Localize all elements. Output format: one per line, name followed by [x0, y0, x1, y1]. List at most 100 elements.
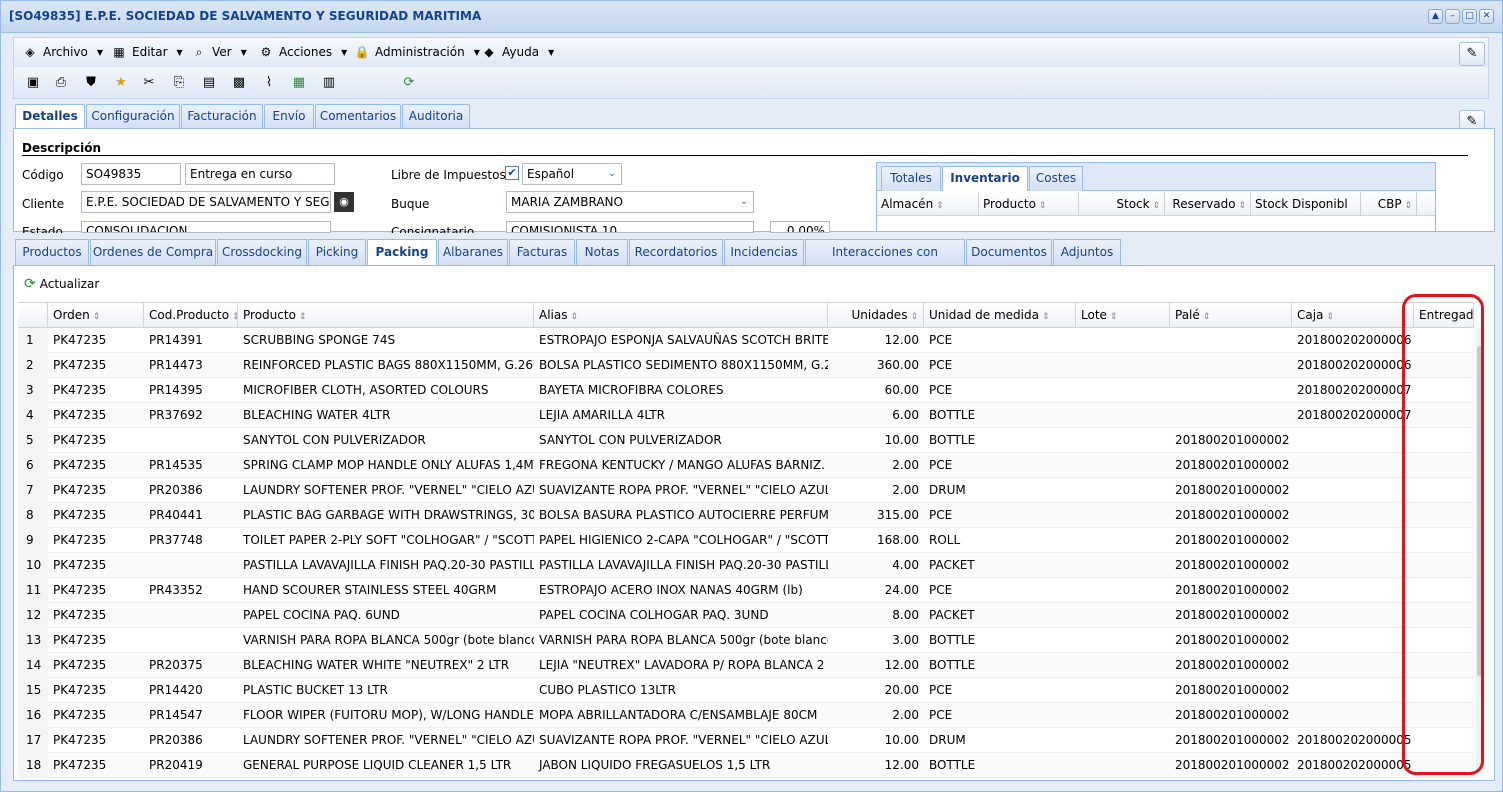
col-unidad-medida[interactable]: Unidad de medida ⇕	[924, 303, 1076, 328]
cell-producto: PLASTIC BAG GARBAGE WITH DRAWSTRINGS, 30…	[243, 508, 534, 522]
col-lote[interactable]: Lote ⇕	[1076, 303, 1170, 328]
menu-bar: ◈ Archivo ▼ ▦ Editar ▼ ⌕ Ver ▼ ⚙ Acciones ▼ 🔒 Adm…	[13, 37, 1489, 67]
excel-icon[interactable]: ▦	[290, 74, 308, 92]
menu-administracion[interactable]: 🔒 Administración ▼	[354, 44, 480, 60]
table-row[interactable]: 8 PK47235 PR40441 PLASTIC BAG GARBAGE WITH …	[18, 503, 1474, 528]
tab-facturas[interactable]: Facturas	[509, 239, 575, 265]
tab-facturacion[interactable]: Facturación	[181, 104, 263, 128]
menu-archivo[interactable]: ◈ Archivo ▼	[22, 44, 103, 60]
buque-select[interactable]: MARIA ZAMBRANO ⌄	[506, 191, 754, 213]
collapse-icon[interactable]: ▲	[1428, 9, 1443, 24]
percent-field[interactable]: 0.00%	[770, 221, 830, 233]
codigo-field[interactable]: SO49835	[81, 163, 181, 185]
tab-totales[interactable]: Totales	[881, 166, 941, 191]
table-row[interactable]: 15 PK47235 PR14420 PLASTIC BUCKET 13 LTR CUB…	[18, 678, 1474, 703]
col-producto[interactable]: Producto ⇕	[238, 303, 534, 328]
col-alias[interactable]: Alias ⇕	[534, 303, 828, 328]
close-icon[interactable]: ✕	[1479, 9, 1494, 24]
refresh-button[interactable]: ⟳ Actualizar	[24, 276, 99, 292]
refresh-icon[interactable]: ⟳	[400, 74, 418, 92]
tab-detalles[interactable]: Detalles	[15, 104, 85, 129]
tab-inventario[interactable]: Inventario	[942, 166, 1028, 191]
cell-caja	[1292, 628, 1414, 653]
estado-field[interactable]: Entrega en curso	[185, 163, 335, 185]
table-row[interactable]: 5 PK47235 SANYTOL CON PULVERIZADOR SANYTOL …	[18, 428, 1474, 453]
tab-albaranes[interactable]: Albaranes	[438, 239, 508, 265]
attach-icon[interactable]: ⌇	[260, 74, 278, 92]
save-icon[interactable]: ▣	[24, 74, 42, 92]
paste-icon[interactable]: ▤	[200, 74, 218, 92]
tab-configuracion[interactable]: Configuración	[86, 104, 180, 128]
consignatario-select[interactable]: COMISIONISTA 10	[506, 221, 754, 233]
table-row[interactable]: 11 PK47235 PR43352 HAND SCOURER STAINLESS S…	[18, 578, 1474, 603]
col-orden[interactable]: Orden ⇕	[48, 303, 144, 328]
table-row[interactable]: 10 PK47235 PASTILLA LAVAVAJILLA FINISH PAQ…	[18, 553, 1474, 578]
table-row[interactable]: 3 PK47235 PR14395 MICROFIBER CLOTH, ASORTED…	[18, 378, 1474, 403]
table-row[interactable]: 16 PK47235 PR14547 FLOOR WIPER (FUITORU MOP…	[18, 703, 1474, 728]
table-row[interactable]: 18 PK47235 PR20419 GENERAL PURPOSE LIQUID C…	[18, 753, 1474, 778]
col-caja[interactable]: Caja ⇕	[1292, 303, 1414, 328]
menu-ver[interactable]: ⌕ Ver ▼	[191, 44, 247, 60]
col-pale[interactable]: Palé ⇕	[1170, 303, 1292, 328]
table-row[interactable]: 9 PK47235 PR37748 TOILET PAPER 2-PLY SOFT "…	[18, 528, 1474, 553]
cell-orden: PK47235	[53, 633, 107, 647]
table-row[interactable]: 4 PK47235 PR37692 BLEACHING WATER 4LTR LEJIA…	[18, 403, 1474, 428]
tab-productos[interactable]: Productos	[15, 239, 89, 265]
report-icon[interactable]: ▥	[320, 74, 338, 92]
table-row[interactable]: 2 PK47235 PR14473 REINFORCED PLASTIC BAGS 8…	[18, 353, 1474, 378]
client-lookup-icon[interactable]: ◉	[334, 192, 354, 212]
cell-orden: PK47235	[53, 758, 107, 772]
tab-picking[interactable]: Picking	[308, 239, 366, 265]
tab-ordenes-compra[interactable]: Ordenes de Compra	[90, 239, 216, 265]
col-cbp[interactable]: CBP ⇕	[1361, 192, 1417, 216]
tab-envio[interactable]: Envío	[264, 104, 314, 128]
table-row[interactable]: 1 PK47235 PR14391 SCRUBBING SPONGE 74S ESTRO…	[18, 328, 1474, 353]
tab-adjuntos[interactable]: Adjuntos	[1053, 239, 1121, 265]
menu-ayuda[interactable]: ◆ Ayuda ▼	[481, 44, 554, 60]
copy-icon[interactable]: ⎘	[170, 74, 188, 92]
tab-comentarios[interactable]: Comentarios	[315, 104, 401, 128]
tab-packing[interactable]: Packing	[367, 239, 437, 266]
table-row[interactable]: 17 PK47235 PR20386 LAUNDRY SOFTENER PROF. "…	[18, 728, 1474, 753]
table-row[interactable]: 13 PK47235 VARNISH PARA ROPA BLANCA 500gr …	[18, 628, 1474, 653]
tab-recordatorios[interactable]: Recordatorios	[629, 239, 723, 265]
tab-crossdocking[interactable]: Crossdocking	[217, 239, 307, 265]
maximize-icon[interactable]: □	[1462, 9, 1477, 24]
cell-unidades: 168.00	[877, 533, 919, 547]
edit-layout-button[interactable]: ✎	[1459, 42, 1485, 66]
cell-caja	[1292, 553, 1414, 578]
idioma-select[interactable]: Español ⌄	[522, 163, 622, 185]
col-reservado[interactable]: Reservado ⇕	[1165, 192, 1251, 216]
col-cod-producto[interactable]: Cod.Producto⇕	[144, 303, 238, 328]
shield-icon[interactable]: ⛊	[82, 74, 100, 92]
row-number: 15	[18, 678, 48, 703]
tab-interacciones[interactable]: Interacciones con Clientes	[805, 239, 965, 283]
libre-impuestos-checkbox[interactable]: ✔	[505, 166, 519, 180]
menu-acciones[interactable]: ⚙ Acciones ▼	[258, 44, 348, 60]
package-icon[interactable]: ▩	[230, 74, 248, 92]
menu-editar[interactable]: ▦ Editar ▼	[111, 44, 182, 60]
tab-costes[interactable]: Costes	[1029, 166, 1083, 191]
col-row-number	[18, 303, 48, 328]
table-row[interactable]: 7 PK47235 PR20386 LAUNDRY SOFTENER PROF. "V…	[18, 478, 1474, 503]
estado2-field[interactable]: CONSOLIDACION	[81, 221, 331, 233]
table-row[interactable]: 6 PK47235 PR14535 SPRING CLAMP MOP HANDLE O…	[18, 453, 1474, 478]
minimize-icon[interactable]: –	[1445, 9, 1460, 24]
col-stock[interactable]: Stock ⇕	[1079, 192, 1165, 216]
col-producto[interactable]: Producto ⇕	[979, 192, 1079, 216]
col-unidades[interactable]: Unidades ⇕	[828, 303, 924, 328]
tab-documentos[interactable]: Documentos	[966, 239, 1052, 265]
table-row[interactable]: 12 PK47235 PAPEL COCINA PAQ. 6UND PAPEL COC…	[18, 603, 1474, 628]
tab-incidencias[interactable]: Incidencias	[724, 239, 804, 265]
print-icon[interactable]: ⎙	[52, 74, 70, 92]
tab-notas[interactable]: Notas	[576, 239, 628, 265]
cell-orden: PK47235	[53, 433, 107, 447]
col-stock-disponible[interactable]: Stock Disponibl	[1251, 192, 1361, 216]
col-almacen[interactable]: Almacén ⇕	[877, 192, 979, 216]
cliente-field[interactable]: E.P.E. SOCIEDAD DE SALVAMENTO Y SEG	[81, 191, 331, 213]
buque-label: Buque	[391, 197, 430, 211]
table-row[interactable]: 14 PK47235 PR20375 BLEACHING WATER WHITE "N…	[18, 653, 1474, 678]
cut-icon[interactable]: ✂	[140, 74, 158, 92]
tab-auditoria[interactable]: Auditoria	[402, 104, 470, 128]
star-icon[interactable]: ★	[112, 74, 130, 92]
